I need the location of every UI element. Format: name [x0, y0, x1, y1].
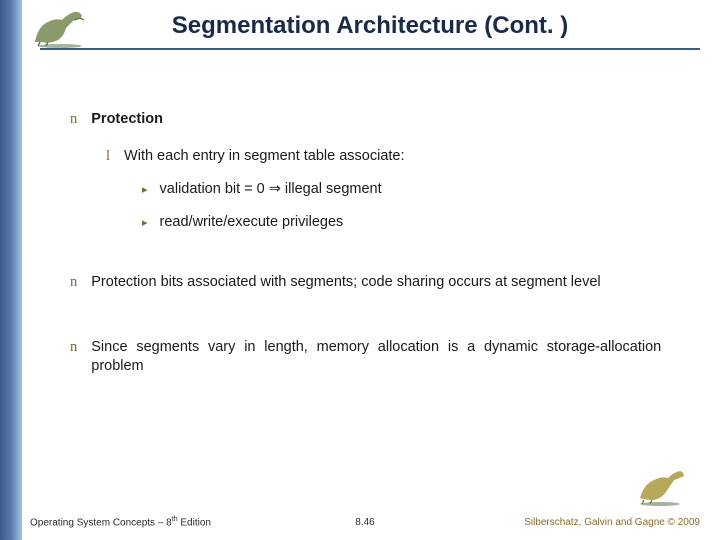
bullet-marker: l: [106, 148, 110, 164]
bullet-level1: n Protection: [70, 110, 670, 129]
bullet-text: Protection: [91, 111, 163, 127]
bullet-text: With each entry in segment table associa…: [124, 148, 404, 164]
bullet-level1: n Protection bits associated with segment…: [70, 273, 670, 292]
slide-header: Segmentation Architecture (Cont. ): [40, 12, 700, 50]
bullet-text: validation bit = 0 ⇒ illegal segment: [160, 181, 382, 197]
slide-title: Segmentation Architecture (Cont. ): [40, 12, 700, 50]
bullet-level3: ▸ validation bit = 0 ⇒ illegal segment: [142, 180, 670, 199]
footer-book-title: Operating System Concepts – 8th Edition: [30, 516, 211, 528]
left-accent-bar: [0, 0, 22, 540]
bullet-marker: n: [70, 339, 77, 355]
bullet-marker: n: [70, 111, 77, 127]
bullet-level2: l With each entry in segment table associ…: [106, 147, 670, 166]
footer-text: Operating System Concepts – 8: [30, 517, 172, 528]
triangle-bullet-icon: ▸: [142, 217, 148, 229]
bullet-text: read/write/execute privileges: [160, 214, 344, 230]
triangle-bullet-icon: ▸: [142, 184, 148, 196]
dinosaur-icon: [634, 466, 690, 506]
bullet-marker: n: [70, 274, 77, 290]
slide-body: n Protection l With each entry in segment …: [70, 110, 670, 394]
footer-text: Edition: [178, 517, 211, 528]
bullet-text: Since segments vary in length, memory al…: [91, 338, 661, 376]
bullet-level3: ▸ read/write/execute privileges: [142, 213, 670, 232]
bullet-text: Protection bits associated with segments…: [91, 273, 661, 292]
bullet-level1: n Since segments vary in length, memory a…: [70, 338, 670, 376]
slide-number: 8.46: [355, 517, 374, 528]
footer-copyright: Silberschatz, Galvin and Gagne © 2009: [524, 517, 700, 528]
